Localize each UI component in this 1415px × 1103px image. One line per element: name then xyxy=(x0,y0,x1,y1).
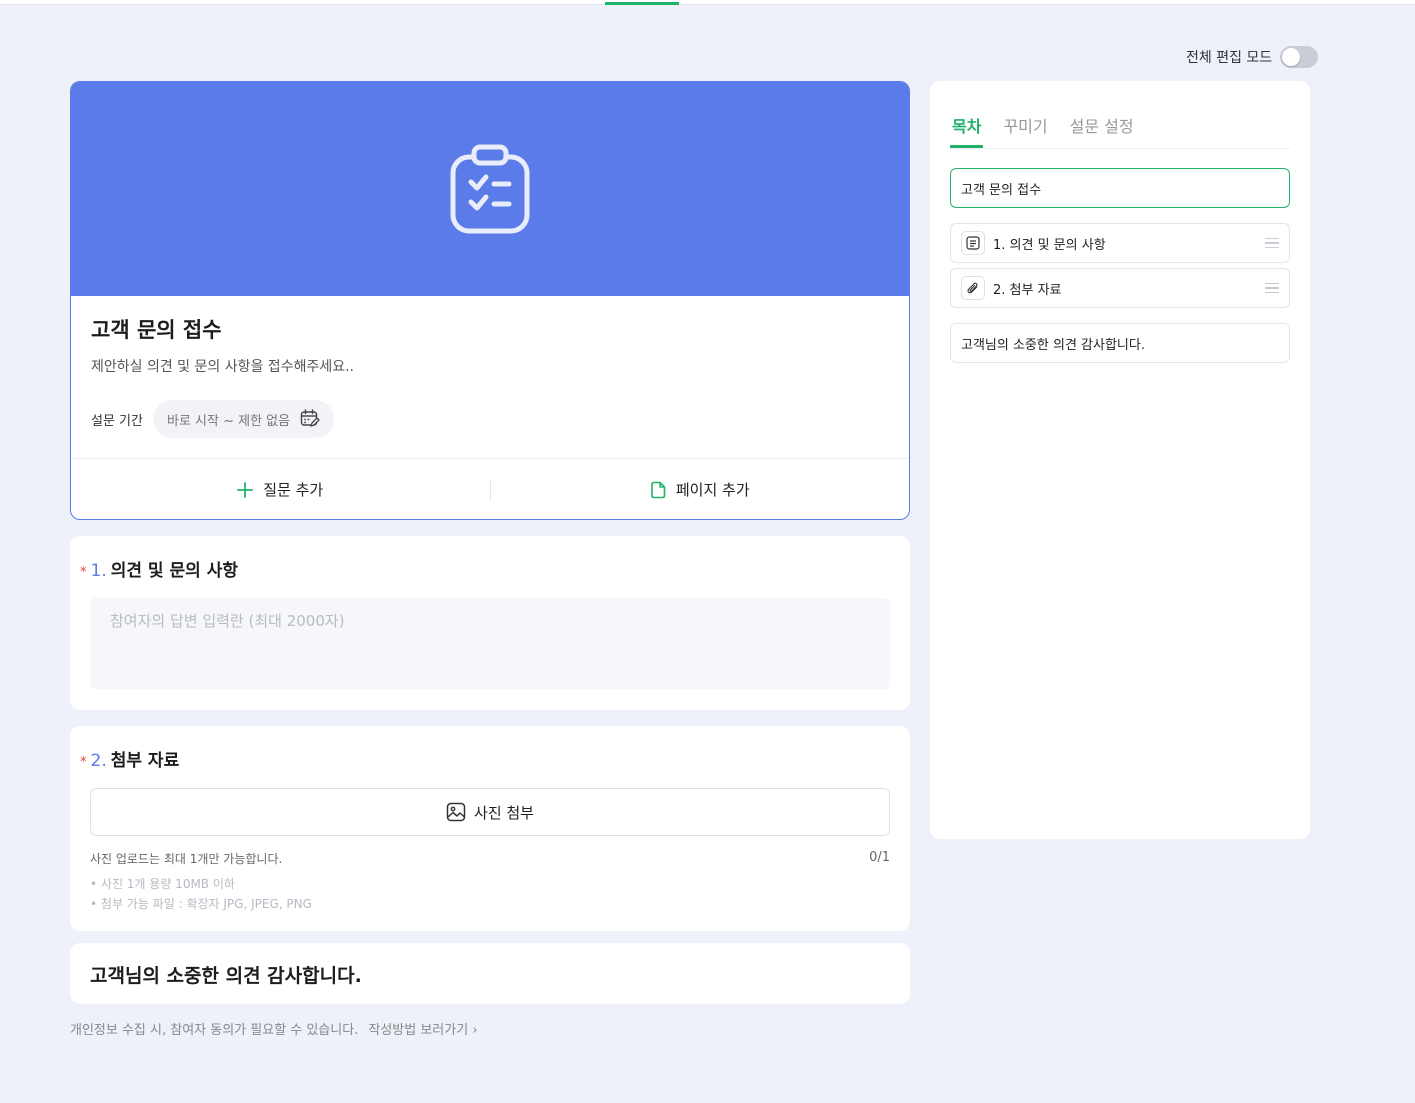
image-icon xyxy=(446,802,466,822)
edit-mode-label: 전체 편집 모드 xyxy=(1186,50,1273,66)
toc-item-question-1[interactable]: 1. 의견 및 문의 사항 xyxy=(950,223,1290,263)
toc-survey-title[interactable]: 고객 문의 접수 xyxy=(950,168,1290,208)
survey-description[interactable]: 제안하실 의견 및 문의 사항을 접수해주세요.. xyxy=(91,356,354,376)
page-icon xyxy=(651,481,666,498)
sidebar-tabs: 목차 꾸미기 설문 설정 xyxy=(950,111,1290,149)
toc-item-label: 1. 의견 및 문의 사항 xyxy=(993,237,1106,253)
text-question-icon xyxy=(961,231,985,255)
answer-placeholder: 참여자의 답변 입력란 (최대 2000자) xyxy=(110,612,345,630)
required-mark: * xyxy=(80,565,87,580)
question-number: 1. xyxy=(90,561,107,581)
edit-mode-control: 전체 편집 모드 xyxy=(1186,44,1319,70)
calendar-edit-icon xyxy=(300,409,320,427)
tab-decorate[interactable]: 꾸미기 xyxy=(1001,111,1049,148)
cover-image[interactable] xyxy=(71,82,909,296)
toc-end-label: 고객님의 소중한 의견 감사합니다. xyxy=(961,337,1145,353)
upload-note: 사진 업로드는 최대 1개만 가능합니다. xyxy=(90,852,283,866)
question-card-1[interactable]: * 1. 의견 및 문의 사항 참여자의 답변 입력란 (최대 2000자) xyxy=(70,536,910,710)
photo-attach-button[interactable]: 사진 첨부 xyxy=(90,788,890,836)
add-page-label: 페이지 추가 xyxy=(675,481,750,499)
period-picker[interactable]: 바로 시작 ~ 제한 없음 xyxy=(152,400,335,438)
chevron-right-icon: › xyxy=(472,1023,478,1038)
paperclip-icon xyxy=(961,276,985,300)
question-title-row: * 1. 의견 및 문의 사항 xyxy=(80,556,238,581)
end-message-card[interactable]: 고객님의 소중한 의견 감사합니다. xyxy=(70,943,910,1004)
top-bar xyxy=(0,0,1415,5)
answer-textarea[interactable]: 참여자의 답변 입력란 (최대 2000자) xyxy=(90,598,890,689)
spec-size-text: 사진 1개 용량 10MB 이하 xyxy=(100,877,235,891)
toc-end-message[interactable]: 고객님의 소중한 의견 감사합니다. xyxy=(950,323,1290,363)
survey-header-card[interactable]: 고객 문의 접수 제안하실 의견 및 문의 사항을 접수해주세요.. 설문 기간… xyxy=(70,81,910,520)
add-page-button[interactable]: 페이지 추가 xyxy=(491,459,910,519)
survey-period-row: 설문 기간 바로 시작 ~ 제한 없음 xyxy=(91,400,335,438)
spec-types: • 첨부 가능 파일 : 확장자 JPG, JPEG, PNG xyxy=(90,897,312,911)
footer-note: 개인정보 수집 시, 참여자 동의가 필요할 수 있습니다. 작성방법 보러가기… xyxy=(70,1019,478,1038)
tab-survey-settings[interactable]: 설문 설정 xyxy=(1068,111,1136,148)
guide-link-label: 작성방법 보러가기 xyxy=(368,1023,469,1038)
edit-mode-toggle[interactable] xyxy=(1280,46,1319,68)
period-value: 바로 시작 ~ 제한 없음 xyxy=(166,413,291,429)
spec-size: • 사진 1개 용량 10MB 이하 xyxy=(90,877,235,891)
add-actions-bar: 질문 추가 페이지 추가 xyxy=(71,458,910,519)
toc-item-label: 2. 첨부 자료 xyxy=(993,282,1062,298)
privacy-note: 개인정보 수집 시, 참여자 동의가 필요할 수 있습니다. xyxy=(70,1023,359,1038)
guide-link[interactable]: 작성방법 보러가기 › xyxy=(368,1019,477,1038)
toc-title-label: 고객 문의 접수 xyxy=(961,182,1042,198)
sidebar-panel: 목차 꾸미기 설문 설정 고객 문의 접수 1. 의견 및 문의 사항 2. 첨… xyxy=(930,81,1310,839)
question-card-2[interactable]: * 2. 첨부 자료 사진 첨부 사진 업로드는 최대 1개만 가능합니다. 0… xyxy=(70,726,910,931)
question-title-row: * 2. 첨부 자료 xyxy=(80,746,179,771)
top-active-tab-indicator xyxy=(605,2,679,5)
toc-item-question-2[interactable]: 2. 첨부 자료 xyxy=(950,268,1290,308)
photo-attach-label: 사진 첨부 xyxy=(474,803,534,822)
upload-count: 0/1 xyxy=(869,850,890,865)
plus-icon xyxy=(237,481,254,498)
clipboard-check-icon xyxy=(450,144,530,234)
period-label: 설문 기간 xyxy=(91,413,143,429)
drag-handle-icon[interactable] xyxy=(1265,237,1279,249)
toggle-knob xyxy=(1282,48,1301,66)
survey-title[interactable]: 고객 문의 접수 xyxy=(91,314,222,344)
question-title[interactable]: 첨부 자료 xyxy=(111,746,179,771)
end-message[interactable]: 고객님의 소중한 의견 감사합니다. xyxy=(90,961,362,988)
add-question-button[interactable]: 질문 추가 xyxy=(71,459,490,519)
spec-types-text: 첨부 가능 파일 : 확장자 JPG, JPEG, PNG xyxy=(100,897,312,911)
tab-toc[interactable]: 목차 xyxy=(950,111,984,148)
add-question-label: 질문 추가 xyxy=(263,481,324,499)
drag-handle-icon[interactable] xyxy=(1265,282,1279,294)
required-mark: * xyxy=(80,755,87,770)
question-number: 2. xyxy=(90,751,107,771)
question-title[interactable]: 의견 및 문의 사항 xyxy=(111,556,238,581)
